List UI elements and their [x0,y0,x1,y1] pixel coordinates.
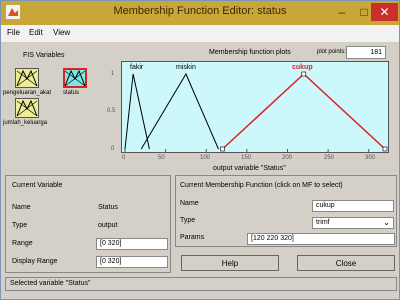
variable-name-label: Name [12,204,31,211]
fis-input-1-block[interactable] [15,68,39,88]
fis-input-2-name: jumlah_keluarga [3,120,48,126]
close-button[interactable]: Close [297,255,395,271]
mf-editor-window: Membership Function Editor: status – □ ✕… [0,0,400,300]
x-tick: 50 [158,155,165,161]
mf-type-select[interactable]: trimf ⌄ [312,217,394,229]
current-variable-panel: Current Variable Name Status Type output… [5,175,171,273]
plot-points-label: plot points: [317,49,347,55]
menu-bar: File Edit View [1,25,399,42]
fis-input-2-block[interactable] [15,98,39,118]
display-range-label: Display Range [12,258,58,265]
close-icon[interactable]: ✕ [371,3,398,21]
y-tick: 0.5 [107,108,116,114]
menu-view[interactable]: View [53,28,70,37]
chevron-down-icon: ⌄ [383,218,390,227]
menu-file[interactable]: File [7,28,20,37]
fis-output-status-block[interactable] [63,68,87,88]
help-button[interactable]: Help [181,255,279,271]
variable-type-label: Type [12,222,28,229]
x-tick: 200 [282,155,293,161]
range-input[interactable]: [0 320] [96,238,168,250]
params-input[interactable]: [120 220 320] [247,233,395,245]
mf-glyph-icon [16,99,38,117]
variable-name-value: Status [98,204,118,211]
mf-curve-fakir[interactable] [124,73,150,150]
mf-handle[interactable] [301,71,307,77]
fis-output-name: status [63,90,80,96]
status-bar: Selected variable "Status" [5,277,397,291]
mf-curve-miskin[interactable] [140,72,219,150]
mf-plot[interactable] [121,61,389,153]
mf-name-input[interactable]: cukup [312,200,394,212]
x-tick: 100 [200,155,211,161]
mf-plot-svg [124,71,388,152]
mf-handle[interactable] [382,146,388,152]
x-tick: 150 [241,155,252,161]
plot-points-input[interactable]: 181 [346,46,386,59]
mf-glyph-icon [64,69,86,87]
display-range-input[interactable]: [0 320] [96,256,168,268]
x-tick: 0 [122,155,126,161]
current-variable-title: Current Variable [12,182,63,189]
y-tick: 0 [111,146,115,152]
x-tick: 300 [365,155,376,161]
mf-label-cukup[interactable]: cukup [292,64,313,71]
minimize-icon[interactable]: – [331,3,353,21]
x-tick: 250 [324,155,335,161]
mf-label-fakir[interactable]: fakir [130,64,143,71]
variable-type-value: output [98,222,118,229]
params-label: Params [180,234,205,241]
mf-label-miskin[interactable]: miskin [176,64,196,71]
mf-type-value: trimf [316,219,330,226]
range-label: Range [12,240,33,247]
fis-variables-label: FIS Variables [23,52,65,59]
mf-name-label: Name [180,200,199,207]
mf-curve-cukup[interactable] [221,72,386,150]
plot-x-label: output variable "Status" [213,165,286,172]
current-mf-title: Current Membership Function (click on MF… [180,182,343,189]
menu-edit[interactable]: Edit [29,28,43,37]
mf-glyph-icon [16,69,38,87]
y-tick: 1 [111,71,115,77]
fis-input-1-name: pengeluaran_akat [3,90,52,96]
title-bar[interactable]: Membership Function Editor: status – □ ✕ [1,1,399,25]
mf-handle[interactable] [220,146,225,152]
plot-title: Membership function plots [209,49,291,56]
mf-type-label: Type [180,217,196,224]
